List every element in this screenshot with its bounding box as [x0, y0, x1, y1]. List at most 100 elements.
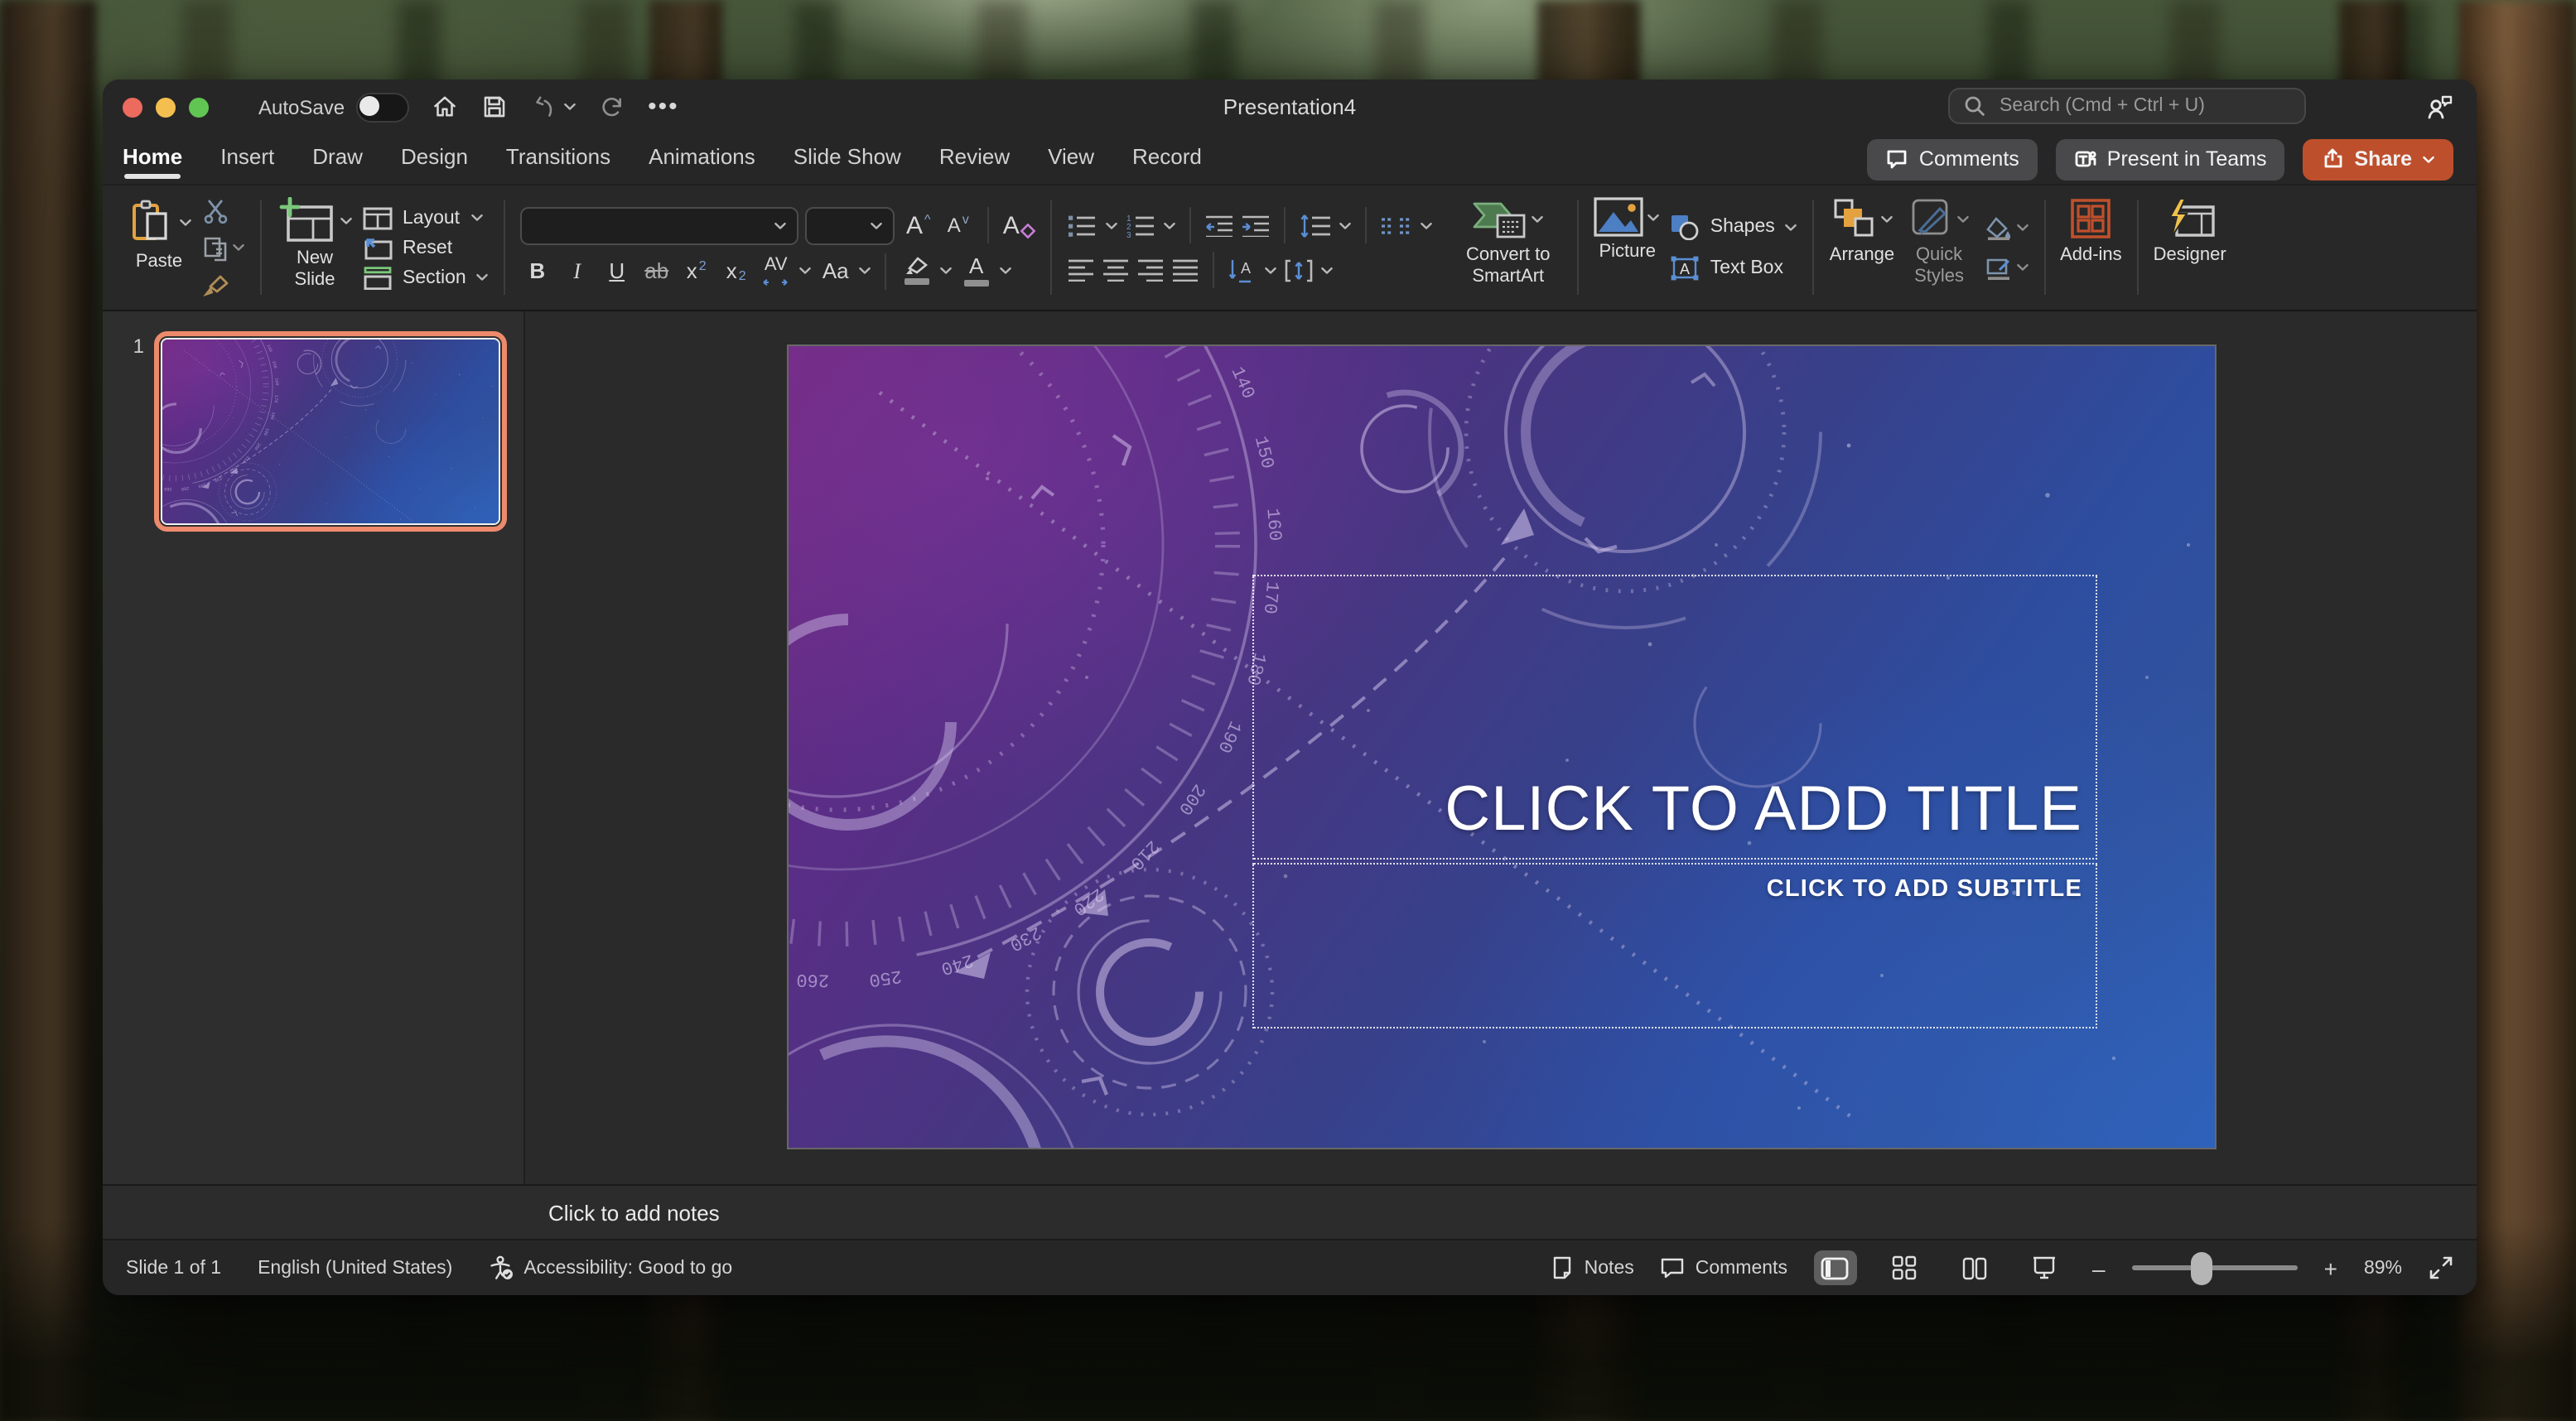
- align-text-chevron-icon[interactable]: [1321, 266, 1334, 274]
- shape-outline-icon[interactable]: [1984, 256, 2012, 279]
- italic-button[interactable]: I: [561, 253, 594, 288]
- redo-icon[interactable]: [598, 93, 626, 121]
- fullscreen-icon[interactable]: [2429, 1255, 2453, 1280]
- undo-icon[interactable]: [530, 93, 558, 121]
- slide-thumbnail[interactable]: 140 150 160 170 180 190 200 210 220 230 …: [154, 331, 507, 532]
- font-color-chevron-icon[interactable]: [1000, 267, 1013, 275]
- undo-chevron-icon[interactable]: [563, 103, 576, 111]
- columns-chevron-icon[interactable]: [1421, 221, 1434, 229]
- align-center-icon[interactable]: [1102, 258, 1131, 282]
- align-text-icon[interactable]: [1285, 258, 1315, 282]
- shape-fill-chevron-icon[interactable]: [2015, 224, 2028, 232]
- bullets-icon[interactable]: [1068, 213, 1099, 238]
- shrink-font-button[interactable]: Av: [942, 208, 975, 243]
- slide-canvas[interactable]: 140 150 160 170 180 190 200 210 220 230 …: [789, 346, 2215, 1148]
- section-button[interactable]: Section: [363, 266, 490, 289]
- text-highlight-button[interactable]: [900, 253, 933, 288]
- numbering-icon[interactable]: 1 2 3: [1126, 213, 1157, 238]
- numbering-chevron-icon[interactable]: [1164, 221, 1177, 229]
- home-icon[interactable]: [431, 93, 459, 121]
- paste-button[interactable]: Paste: [126, 185, 192, 310]
- tab-home[interactable]: Home: [123, 137, 182, 181]
- tab-review[interactable]: Review: [939, 137, 1010, 181]
- arrange-button[interactable]: Arrange: [1830, 185, 1894, 310]
- bold-button[interactable]: B: [521, 253, 554, 288]
- character-spacing-chevron-icon[interactable]: [799, 267, 813, 275]
- copy-icon[interactable]: [202, 234, 229, 261]
- slide-sorter-view-button[interactable]: [1884, 1250, 1927, 1285]
- comments-button[interactable]: Comments: [1868, 138, 2038, 180]
- text-box-button[interactable]: A Text Box: [1671, 255, 1798, 282]
- zoom-in-button[interactable]: +: [2324, 1256, 2337, 1279]
- add-ins-button[interactable]: Add-ins: [2060, 185, 2122, 310]
- format-painter-icon[interactable]: [202, 272, 232, 297]
- justify-icon[interactable]: [1172, 258, 1200, 282]
- notes-toggle-button[interactable]: Notes: [1551, 1255, 1634, 1280]
- normal-view-button[interactable]: [1814, 1250, 1857, 1285]
- language-indicator[interactable]: English (United States): [258, 1258, 452, 1278]
- tab-draw[interactable]: Draw: [312, 137, 363, 181]
- line-spacing-chevron-icon[interactable]: [1339, 221, 1353, 229]
- decrease-indent-icon[interactable]: [1205, 214, 1235, 237]
- bullets-chevron-icon[interactable]: [1106, 221, 1119, 229]
- increase-indent-icon[interactable]: [1242, 214, 1271, 237]
- shape-outline-chevron-icon[interactable]: [2015, 263, 2028, 272]
- cut-icon[interactable]: [202, 198, 232, 223]
- save-icon[interactable]: [480, 93, 509, 121]
- minimize-window-button[interactable]: [156, 97, 176, 117]
- tab-animations[interactable]: Animations: [649, 137, 755, 181]
- text-direction-icon[interactable]: A: [1228, 258, 1258, 282]
- layout-button[interactable]: Layout: [363, 206, 490, 229]
- strikethrough-button[interactable]: ab: [640, 253, 673, 288]
- autosave-toggle[interactable]: AutoSave: [258, 92, 409, 122]
- subtitle-placeholder[interactable]: CLICK TO ADD SUBTITLE: [1252, 863, 2097, 1028]
- autosave-switch[interactable]: [356, 92, 409, 122]
- share-presence-icon[interactable]: [2425, 91, 2455, 121]
- text-direction-chevron-icon[interactable]: [1265, 266, 1278, 274]
- copy-chevron-icon[interactable]: [232, 243, 245, 252]
- superscript-button[interactable]: x2: [680, 253, 713, 288]
- tab-slide-show[interactable]: Slide Show: [794, 137, 901, 181]
- font-name-combo[interactable]: [521, 206, 799, 244]
- clear-formatting-button[interactable]: A: [1003, 208, 1036, 243]
- tab-view[interactable]: View: [1048, 137, 1094, 181]
- title-placeholder[interactable]: CLICK TO ADD TITLE: [1252, 575, 2097, 860]
- zoom-out-button[interactable]: –: [2092, 1256, 2106, 1279]
- tab-record[interactable]: Record: [1132, 137, 1202, 181]
- tab-design[interactable]: Design: [401, 137, 468, 181]
- font-color-button[interactable]: A: [960, 253, 993, 288]
- zoom-window-button[interactable]: [189, 97, 209, 117]
- shape-fill-icon[interactable]: [1984, 216, 2012, 239]
- change-case-button[interactable]: Aa: [819, 253, 852, 288]
- comments-toggle-button[interactable]: Comments: [1661, 1256, 1787, 1279]
- search-input[interactable]: [1996, 94, 2291, 118]
- underline-button[interactable]: U: [601, 253, 634, 288]
- change-case-chevron-icon[interactable]: [859, 267, 872, 275]
- align-left-icon[interactable]: [1068, 258, 1096, 282]
- quick-styles-button[interactable]: Quick Styles: [1904, 185, 1974, 310]
- columns-icon[interactable]: [1381, 214, 1414, 236]
- slide-show-button[interactable]: [2023, 1250, 2066, 1285]
- subscript-button[interactable]: x2: [720, 253, 753, 288]
- close-window-button[interactable]: [123, 97, 142, 117]
- zoom-slider[interactable]: [2132, 1265, 2298, 1271]
- notes-pane[interactable]: Click to add notes: [103, 1184, 2477, 1239]
- reset-button[interactable]: Reset: [363, 236, 490, 259]
- accessibility-status[interactable]: Accessibility: Good to go: [489, 1255, 732, 1280]
- new-slide-button[interactable]: New Slide: [277, 185, 353, 310]
- reading-view-button[interactable]: [1953, 1250, 1996, 1285]
- slide-thumbnail-content[interactable]: 140 150 160 170 180 190 200 210 220 230 …: [162, 340, 499, 525]
- highlight-chevron-icon[interactable]: [940, 267, 953, 275]
- picture-button[interactable]: Picture: [1594, 185, 1661, 310]
- present-in-teams-button[interactable]: Present in Teams: [2056, 138, 2285, 180]
- designer-button[interactable]: Designer: [2154, 185, 2226, 310]
- search-box[interactable]: [1948, 88, 2306, 124]
- zoom-slider-knob[interactable]: [2191, 1251, 2212, 1284]
- zoom-level[interactable]: 89%: [2364, 1258, 2402, 1278]
- font-size-combo[interactable]: [806, 206, 895, 244]
- more-commands-icon[interactable]: •••: [648, 99, 679, 115]
- convert-to-smartart-button[interactable]: Convert to SmartArt: [1454, 185, 1563, 310]
- character-spacing-button[interactable]: AV: [760, 253, 793, 288]
- align-right-icon[interactable]: [1137, 258, 1165, 282]
- share-button[interactable]: Share: [2303, 138, 2454, 180]
